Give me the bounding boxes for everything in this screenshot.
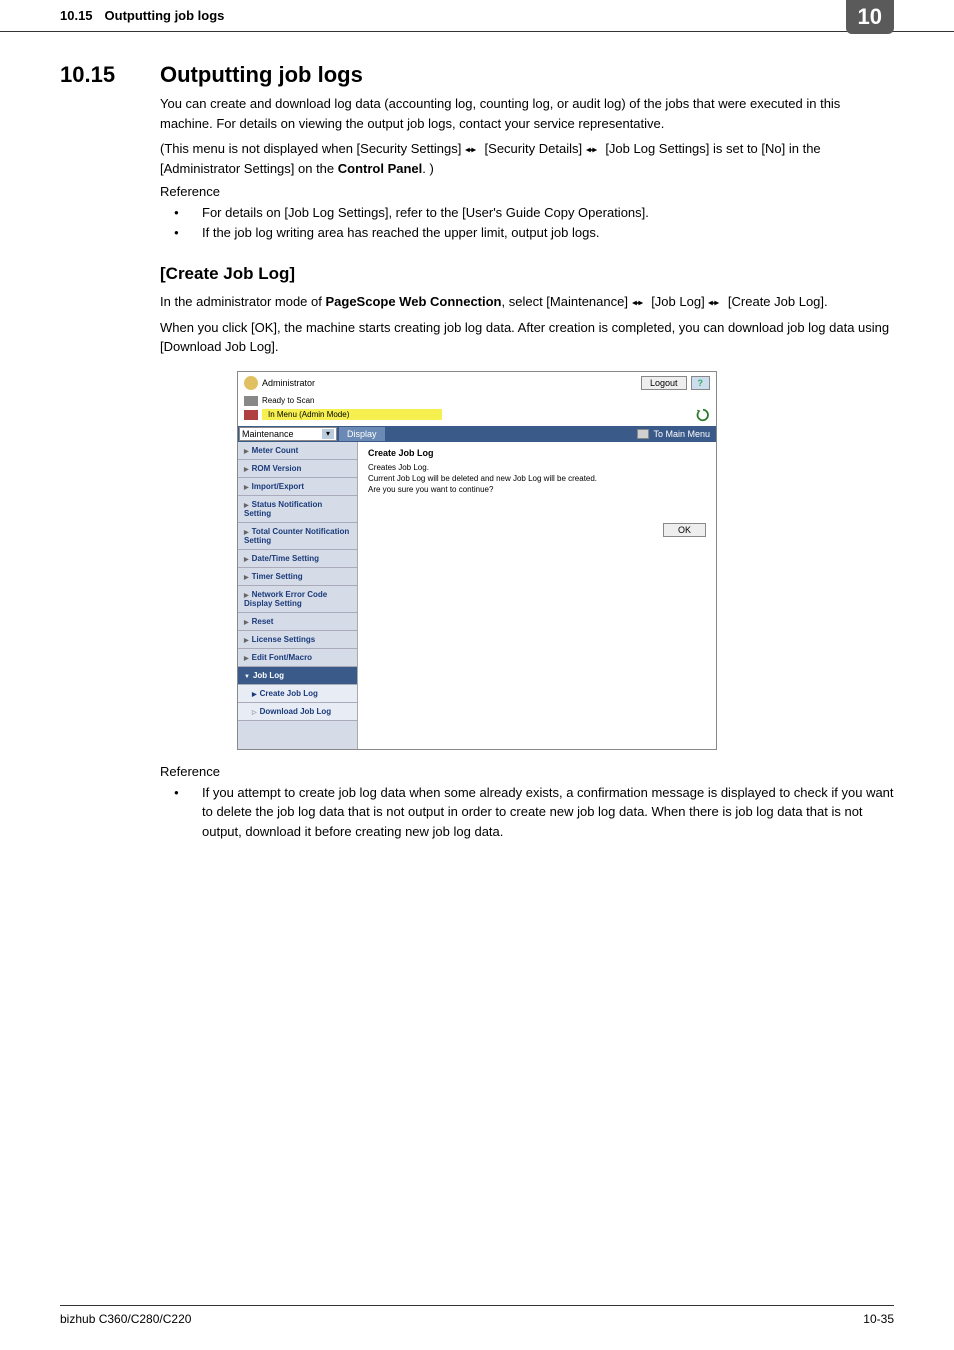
sidebar-item-timer[interactable]: Timer Setting (238, 568, 357, 586)
sidebar-item-reset[interactable]: Reset (238, 613, 357, 631)
printer-icon (244, 396, 258, 406)
category-select[interactable]: Maintenance ▾ (239, 427, 337, 441)
to-main-menu-link[interactable]: To Main Menu (631, 426, 716, 442)
sp1c: , select [Maintenance] (502, 294, 632, 309)
header-title: Outputting job logs (105, 8, 894, 23)
sp1d: [Job Log] (648, 294, 709, 309)
header-section-num: 10.15 (60, 8, 93, 23)
admin-avatar-icon (244, 376, 258, 390)
pagescope-bold: PageScope Web Connection (325, 294, 501, 309)
sidebar-item-meter-count[interactable]: Meter Count (238, 442, 357, 460)
ok-button[interactable]: OK (663, 523, 706, 537)
status-text: Ready to Scan (262, 396, 314, 405)
reference-bullets: For details on [Job Log Settings], refer… (160, 203, 894, 242)
sidebar-item-job-log[interactable]: Job Log (238, 667, 357, 685)
sidebar-item-rom-version[interactable]: ROM Version (238, 460, 357, 478)
help-button[interactable]: ? (691, 376, 711, 390)
section-heading: Outputting job logs (160, 62, 363, 88)
intro-para-2: (This menu is not displayed when [Securi… (160, 139, 894, 178)
reference-label-2: Reference (160, 764, 894, 779)
sidebar: Meter Count ROM Version Import/Export St… (238, 442, 358, 749)
panel-line-2: Current Job Log will be deleted and new … (368, 473, 706, 484)
panel-title: Create Job Log (368, 448, 706, 458)
panel-line-1: Creates Job Log. (368, 462, 706, 473)
intro-para-1: You can create and download log data (ac… (160, 94, 894, 133)
sidebar-sub-create-job-log[interactable]: Create Job Log (238, 685, 357, 703)
chevron-down-icon: ▾ (322, 429, 334, 439)
footer-model: bizhub C360/C280/C220 (60, 1312, 191, 1326)
section-number: 10.15 (60, 62, 160, 88)
arrow-icon (586, 146, 602, 154)
reference-label: Reference (160, 184, 894, 199)
sidebar-item-network-error[interactable]: Network Error Code Display Setting (238, 586, 357, 613)
control-panel-bold: Control Panel (338, 161, 423, 176)
chapter-number-tab: 10 (846, 0, 894, 34)
admin-label: Administrator (262, 378, 641, 388)
arrow-icon (708, 299, 724, 307)
p2-part-a: (This menu is not displayed when [Securi… (160, 141, 465, 156)
sidebar-sub-download-job-log[interactable]: Download Job Log (238, 703, 357, 721)
main-menu-label: To Main Menu (653, 429, 710, 439)
logout-button[interactable]: Logout (641, 376, 687, 390)
sidebar-item-date-time[interactable]: Date/Time Setting (238, 550, 357, 568)
sub-para-1: In the administrator mode of PageScope W… (160, 292, 894, 312)
mode-icon (244, 410, 258, 420)
bullet-1: For details on [Job Log Settings], refer… (160, 203, 894, 223)
arrow-icon (632, 299, 648, 307)
panel-line-3: Are you sure you want to continue? (368, 484, 706, 495)
sp1e: [Create Job Log]. (724, 294, 827, 309)
sp1a: In the administrator mode of (160, 294, 325, 309)
p2-part-e: . ) (422, 161, 434, 176)
refresh-icon[interactable] (696, 408, 710, 422)
app-screenshot: Administrator Logout ? Ready to Scan In … (237, 371, 717, 750)
mode-banner: In Menu (Admin Mode) (262, 409, 442, 420)
sidebar-item-status-notification[interactable]: Status Notification Setting (238, 496, 357, 523)
bullet-2: If the job log writing area has reached … (160, 223, 894, 243)
select-value: Maintenance (242, 429, 322, 439)
footer-page: 10-35 (863, 1312, 894, 1326)
sidebar-item-total-counter[interactable]: Total Counter Notification Setting (238, 523, 357, 550)
display-button[interactable]: Display (339, 427, 385, 441)
sidebar-bottom (238, 721, 357, 749)
main-panel: Create Job Log Creates Job Log. Current … (358, 442, 716, 749)
p2-part-b: [Security Details] (481, 141, 586, 156)
sub-para-2: When you click [OK], the machine starts … (160, 318, 894, 357)
subsection-heading: [Create Job Log] (160, 264, 894, 284)
arrow-icon (465, 146, 481, 154)
main-menu-icon (637, 429, 649, 439)
sidebar-item-edit-font[interactable]: Edit Font/Macro (238, 649, 357, 667)
sidebar-item-import-export[interactable]: Import/Export (238, 478, 357, 496)
ref2-bullet: If you attempt to create job log data wh… (160, 783, 894, 842)
reference-bullets-2: If you attempt to create job log data wh… (160, 783, 894, 842)
sidebar-item-license[interactable]: License Settings (238, 631, 357, 649)
